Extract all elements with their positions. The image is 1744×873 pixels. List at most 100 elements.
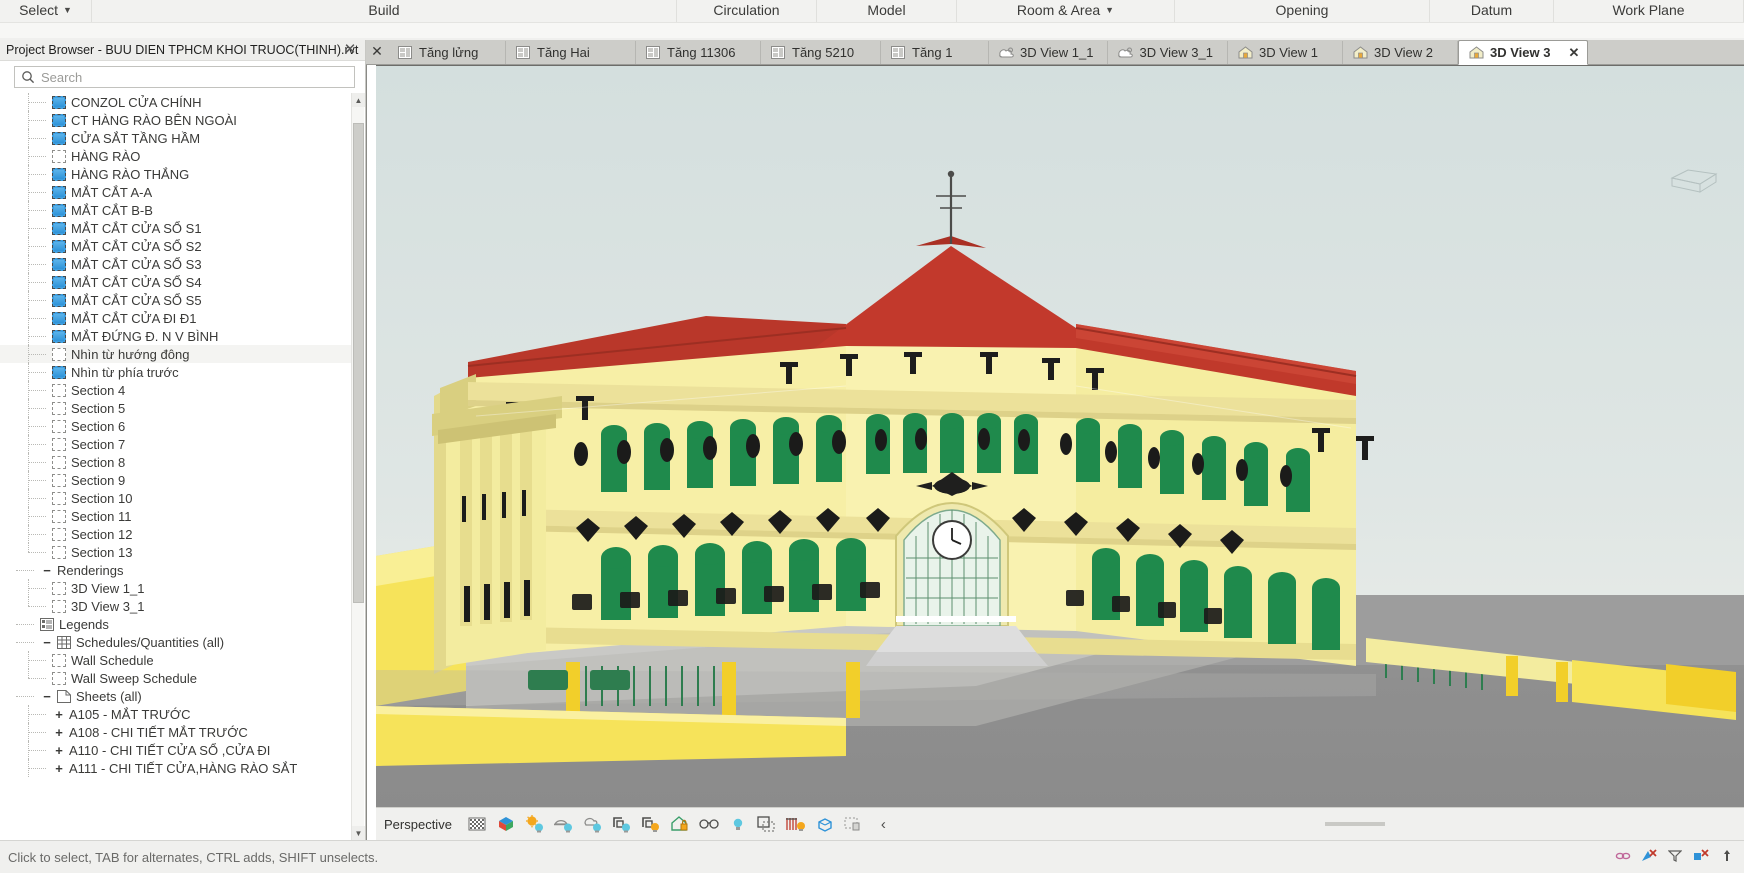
expand-icon[interactable]: +: [52, 761, 66, 775]
tree-item[interactable]: CỬA SẮT TẦNG HẦM: [0, 129, 351, 147]
chevron-down-icon[interactable]: ▼: [1105, 0, 1114, 20]
view-tab[interactable]: Tăng lửng: [388, 41, 506, 64]
scrollbar-thumb[interactable]: [353, 123, 364, 603]
expand-icon[interactable]: +: [52, 725, 66, 739]
search-box[interactable]: [14, 66, 355, 88]
view-tab[interactable]: Tăng 1: [881, 41, 989, 64]
tree-item[interactable]: Wall Sweep Schedule: [0, 669, 351, 687]
tree-item[interactable]: − Sheets (all): [0, 687, 351, 705]
tree-item[interactable]: Section 11: [0, 507, 351, 525]
tree-item[interactable]: Section 5: [0, 399, 351, 417]
temporary-view-properties-icon[interactable]: [754, 813, 781, 835]
tree-item[interactable]: Section 4: [0, 381, 351, 399]
view-tab[interactable]: 3D View 3_1: [1108, 41, 1228, 64]
ribbon-panel-circulation[interactable]: Circulation: [677, 0, 817, 22]
scroll-up-arrow-icon[interactable]: ▲: [352, 93, 365, 107]
view-tab-active[interactable]: 3D View 3 ✕: [1457, 40, 1589, 65]
view-tab[interactable]: 3D View 1: [1228, 41, 1343, 64]
tree-item[interactable]: Section 8: [0, 453, 351, 471]
tree-item[interactable]: HÀNG RÀO THẮNG: [0, 165, 351, 183]
reveal-hidden-elements-icon[interactable]: [696, 813, 723, 835]
exclude-option-icon[interactable]: [1640, 847, 1658, 865]
scale-icon[interactable]: [464, 813, 491, 835]
tree-item[interactable]: − Schedules/Quantities (all): [0, 633, 351, 651]
collapse-view-bar-icon[interactable]: ‹: [870, 813, 897, 835]
tree-item[interactable]: MẮT CẮT A-A: [0, 183, 351, 201]
model-exclude-icon[interactable]: [1692, 847, 1710, 865]
ribbon-panel-model[interactable]: Model: [817, 0, 957, 22]
scroll-indicator[interactable]: [1324, 822, 1385, 826]
tree-item[interactable]: MẮT CẮT CỬA SỔ S2: [0, 237, 351, 255]
press-and-drag-icon[interactable]: [1718, 847, 1736, 865]
tree-item[interactable]: Wall Schedule: [0, 651, 351, 669]
search-input[interactable]: [41, 69, 354, 85]
tree-item[interactable]: Section 13: [0, 543, 351, 561]
tree-item[interactable]: Nhìn từ phía trước: [0, 363, 351, 381]
tree-item[interactable]: MẮT CẮT CỬA SỔ S3: [0, 255, 351, 273]
crop-view-icon[interactable]: [638, 813, 665, 835]
filter-icon[interactable]: [1666, 847, 1684, 865]
tree-item[interactable]: Legends: [0, 615, 351, 633]
tree-item[interactable]: 3D View 3_1: [0, 597, 351, 615]
browser-vertical-scrollbar[interactable]: ▲ ▼: [351, 93, 365, 840]
tree-item[interactable]: + A110 - CHI TIẾT CỬA SỔ ,CỬA ĐI: [0, 741, 351, 759]
tree-item[interactable]: Section 6: [0, 417, 351, 435]
scroll-down-arrow-icon[interactable]: ▼: [352, 826, 365, 840]
projection-mode-label[interactable]: Perspective: [382, 817, 462, 832]
ribbon-panel-select[interactable]: Select ▼: [0, 0, 92, 22]
tree-item[interactable]: + A111 - CHI TIẾT CỬA,HÀNG RÀO SẮT: [0, 759, 351, 777]
tree-item[interactable]: Section 9: [0, 471, 351, 489]
close-icon[interactable]: ✕: [1568, 45, 1579, 61]
drawing-area[interactable]: Perspective ‹: [366, 65, 1744, 840]
ribbon-panel-datum[interactable]: Datum: [1430, 0, 1554, 22]
expand-icon[interactable]: +: [52, 707, 66, 721]
tree-item[interactable]: CT HÀNG RÀO BÊN NGOÀI: [0, 111, 351, 129]
building-model[interactable]: [376, 66, 1736, 807]
collapse-icon[interactable]: −: [40, 635, 54, 649]
highlight-displacement-icon[interactable]: [812, 813, 839, 835]
tree-item[interactable]: Section 7: [0, 435, 351, 453]
tree-item[interactable]: − Renderings: [0, 561, 351, 579]
tree-item[interactable]: Section 10: [0, 489, 351, 507]
tree-item[interactable]: + A105 - MẮT TRƯỚC: [0, 705, 351, 723]
collapse-icon[interactable]: −: [40, 689, 54, 703]
tree-item[interactable]: Section 12: [0, 525, 351, 543]
shadows-icon[interactable]: [580, 813, 607, 835]
detail-level-icon[interactable]: [493, 813, 520, 835]
ribbon-panel-build[interactable]: Build: [92, 0, 677, 22]
view-tab[interactable]: Tăng 11306: [636, 41, 761, 64]
tree-item[interactable]: + A108 - CHI TIẾT MẮT TRƯỚC: [0, 723, 351, 741]
collapse-icon[interactable]: −: [40, 563, 54, 577]
project-browser-tree[interactable]: CONZOL CỬA CHÍNH CT HÀNG RÀO BÊN NGOÀI CỬA…: [0, 93, 365, 840]
view-cube[interactable]: [1664, 158, 1730, 198]
show-analytical-model-icon[interactable]: [783, 813, 810, 835]
close-all-views-icon[interactable]: ✕: [366, 39, 388, 64]
visual-style-icon[interactable]: [522, 813, 549, 835]
tree-item[interactable]: MẮT ĐỨNG Đ. N V BÌNH: [0, 327, 351, 345]
sun-path-icon[interactable]: [551, 813, 578, 835]
tree-item[interactable]: HÀNG RÀO: [0, 147, 351, 165]
ribbon-panel-room-area[interactable]: Room & Area ▼: [957, 0, 1175, 22]
constraints-icon[interactable]: [841, 813, 868, 835]
chevron-down-icon[interactable]: ▼: [63, 0, 72, 20]
lock-3d-view-icon[interactable]: [667, 813, 694, 835]
tree-item[interactable]: MẮT CẮT CỬA SỔ S4: [0, 273, 351, 291]
tree-item[interactable]: MẮT CẮT CỬA SỔ S1: [0, 219, 351, 237]
view-tab[interactable]: 3D View 2: [1343, 41, 1458, 64]
view-tab[interactable]: Tăng Hai: [506, 41, 636, 64]
ribbon-panel-work-plane[interactable]: Work Plane: [1554, 0, 1744, 22]
tree-item[interactable]: MẮT CẮT CỬA ĐI Đ1: [0, 309, 351, 327]
render-dialog-icon[interactable]: [609, 813, 636, 835]
close-icon[interactable]: ✕: [343, 42, 357, 58]
view-tab[interactable]: 3D View 1_1: [989, 41, 1109, 64]
tree-item[interactable]: Nhìn từ hướng đông: [0, 345, 351, 363]
view-tab[interactable]: Tăng 5210: [761, 41, 881, 64]
chain-link-icon[interactable]: [1614, 847, 1632, 865]
ribbon-panel-opening[interactable]: Opening: [1175, 0, 1430, 22]
tree-item[interactable]: 3D View 1_1: [0, 579, 351, 597]
temporary-hide-isolate-icon[interactable]: [725, 813, 752, 835]
tree-item[interactable]: MẮT CẮT B-B: [0, 201, 351, 219]
3d-view-viewport[interactable]: [376, 65, 1744, 807]
tree-item[interactable]: CONZOL CỬA CHÍNH: [0, 93, 351, 111]
expand-icon[interactable]: +: [52, 743, 66, 757]
